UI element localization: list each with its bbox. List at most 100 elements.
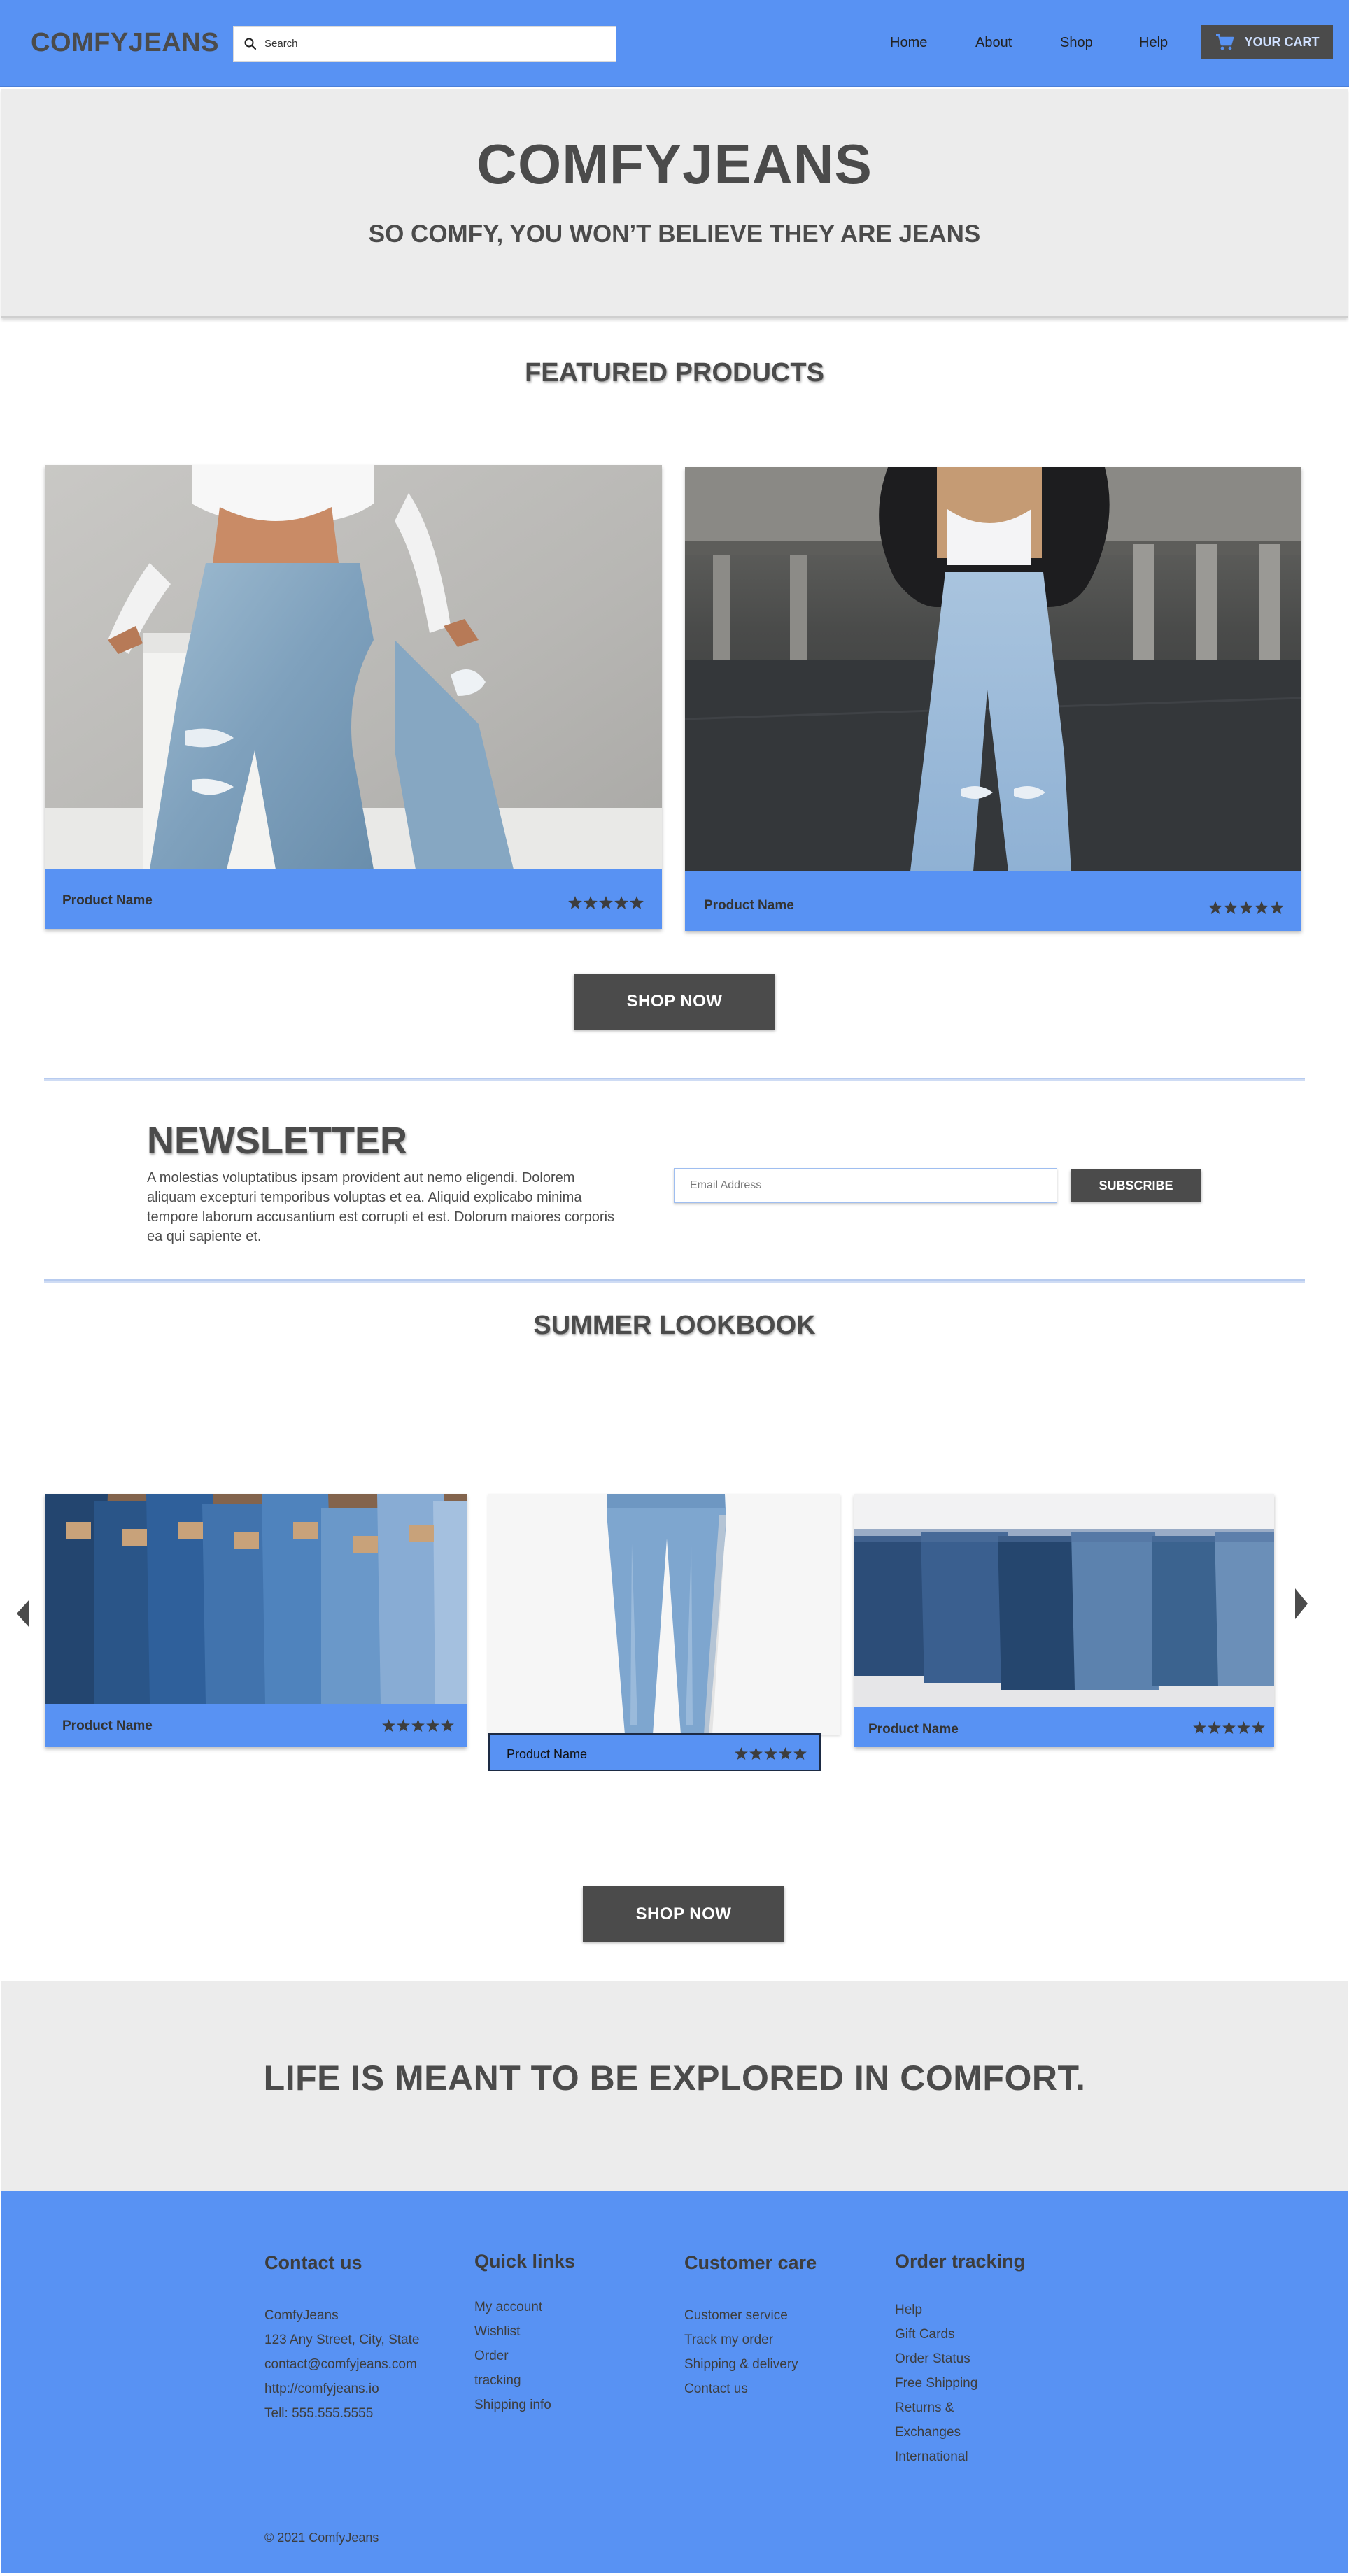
divider bbox=[44, 1279, 1305, 1283]
site-footer: Contact us ComfyJeans 123 Any Street, Ci… bbox=[1, 2191, 1348, 2573]
star-icon bbox=[568, 896, 582, 909]
star-icon bbox=[749, 1747, 763, 1760]
star-icon bbox=[1208, 901, 1222, 914]
footer-link[interactable]: Contact us bbox=[684, 2377, 817, 2401]
product-name: Product Name bbox=[704, 898, 794, 913]
footer-link[interactable]: Gift Cards bbox=[895, 2322, 1025, 2347]
footer-column-order-tracking: Order tracking Help Gift Cards Order Sta… bbox=[895, 2251, 1025, 2469]
star-icon bbox=[599, 896, 613, 909]
email-field[interactable] bbox=[674, 1168, 1057, 1203]
tagline: LIFE IS MEANT TO BE EXPLORED IN COMFORT. bbox=[263, 2058, 1086, 2098]
footer-link[interactable]: Customer service bbox=[684, 2303, 817, 2328]
product-rating bbox=[735, 1747, 807, 1760]
newsletter-text: A molestias voluptatibus ipsam provident… bbox=[147, 1170, 615, 1244]
star-icon bbox=[1224, 901, 1238, 914]
shop-now-button[interactable]: SHOP NOW bbox=[574, 974, 775, 1030]
footer-link[interactable]: Help bbox=[895, 2298, 1025, 2322]
product-info-bar: Product Name bbox=[45, 869, 662, 929]
footer-column-contact: Contact us ComfyJeans 123 Any Street, Ci… bbox=[264, 2252, 419, 2426]
product-name: Product Name bbox=[507, 1747, 588, 1761]
star-icon bbox=[764, 1747, 777, 1760]
arrow-left-icon[interactable] bbox=[17, 1600, 29, 1628]
product-image[interactable] bbox=[488, 1494, 840, 1735]
star-icon bbox=[1239, 901, 1253, 914]
footer-link[interactable]: Shipping info bbox=[474, 2393, 575, 2417]
footer-email[interactable]: contact@comfyjeans.com bbox=[264, 2352, 419, 2377]
star-icon bbox=[614, 896, 628, 909]
product-image[interactable] bbox=[45, 465, 662, 869]
product-image[interactable] bbox=[685, 467, 1301, 871]
site-header: COMFYJEANS Home About Shop Help YOUR CAR… bbox=[0, 0, 1349, 87]
product-info-bar: Product Name bbox=[685, 871, 1301, 931]
star-icon bbox=[1208, 1721, 1221, 1734]
copyright: © 2021 ComfyJeans bbox=[264, 2531, 379, 2545]
hero-banner: COMFYJEANS SO COMFY, YOU WON’T BELIEVE T… bbox=[1, 89, 1348, 318]
star-icon bbox=[735, 1747, 748, 1760]
footer-column-customer-care: Customer care Customer service Track my … bbox=[684, 2252, 817, 2401]
product-image[interactable] bbox=[45, 1494, 467, 1704]
star-icon bbox=[1252, 1721, 1265, 1734]
nav-shop[interactable]: Shop bbox=[1060, 35, 1093, 51]
cart-button[interactable]: YOUR CART bbox=[1201, 25, 1333, 59]
footer-heading: Order tracking bbox=[895, 2251, 1026, 2272]
lookbook-product-card[interactable]: Product Name bbox=[854, 1494, 1274, 1747]
nav-home[interactable]: Home bbox=[890, 35, 927, 51]
star-icon bbox=[779, 1747, 792, 1760]
footer-link[interactable]: Free Shipping bbox=[895, 2371, 1025, 2396]
cart-label: YOUR CART bbox=[1244, 35, 1320, 49]
product-name: Product Name bbox=[62, 893, 153, 908]
newsletter-title: NEWSLETTER bbox=[147, 1120, 407, 1162]
footer-link[interactable]: Order Status bbox=[895, 2347, 1025, 2371]
nav-about[interactable]: About bbox=[975, 35, 1012, 51]
footer-heading: Contact us bbox=[264, 2252, 362, 2273]
tagline-banner: LIFE IS MEANT TO BE EXPLORED IN COMFORT. bbox=[1, 1981, 1348, 2191]
star-icon bbox=[411, 1719, 425, 1732]
star-icon bbox=[426, 1719, 439, 1732]
footer-phone: Tell: 555.555.5555 bbox=[264, 2406, 374, 2421]
search-input[interactable] bbox=[264, 38, 600, 50]
search-bar[interactable] bbox=[233, 26, 616, 62]
product-rating bbox=[568, 896, 644, 909]
footer-link[interactable]: Shipping & delivery bbox=[684, 2352, 817, 2377]
product-rating bbox=[382, 1719, 454, 1732]
nav-help[interactable]: Help bbox=[1139, 35, 1168, 51]
featured-product-card[interactable]: Product Name bbox=[45, 465, 662, 929]
lookbook-product-card[interactable] bbox=[488, 1494, 840, 1735]
logo[interactable]: COMFYJEANS bbox=[31, 28, 219, 58]
hero-subtitle: SO COMFY, YOU WON’T BELIEVE THEY ARE JEA… bbox=[368, 220, 981, 248]
star-icon bbox=[382, 1719, 395, 1732]
product-name: Product Name bbox=[62, 1718, 153, 1733]
footer-link[interactable]: Returns & bbox=[895, 2396, 1025, 2420]
product-image[interactable] bbox=[854, 1494, 1274, 1707]
star-icon bbox=[793, 1747, 807, 1760]
arrow-right-icon[interactable] bbox=[1295, 1588, 1308, 1619]
footer-link[interactable]: Order bbox=[474, 2344, 575, 2368]
footer-link[interactable]: tracking bbox=[474, 2368, 575, 2393]
star-icon bbox=[1237, 1721, 1250, 1734]
star-icon bbox=[397, 1719, 410, 1732]
footer-link[interactable]: International bbox=[895, 2445, 1025, 2469]
product-info-bar: Product Name bbox=[45, 1704, 467, 1747]
lookbook-product-card[interactable]: Product Name bbox=[45, 1494, 467, 1747]
footer-item: ComfyJeans bbox=[264, 2308, 339, 2323]
product-rating bbox=[1208, 901, 1284, 914]
search-icon bbox=[244, 38, 257, 50]
subscribe-button[interactable]: SUBSCRIBE bbox=[1071, 1169, 1201, 1202]
footer-heading: Quick links bbox=[474, 2251, 576, 2272]
product-info-bar: Product Name bbox=[854, 1707, 1274, 1747]
footer-link[interactable]: Exchanges bbox=[895, 2420, 1025, 2445]
star-icon bbox=[1222, 1721, 1236, 1734]
shop-now-button[interactable]: SHOP NOW bbox=[583, 1886, 784, 1942]
footer-column-quick-links: Quick links My account Wishlist Order tr… bbox=[474, 2251, 575, 2417]
footer-website[interactable]: http://comfyjeans.io bbox=[264, 2377, 419, 2401]
star-icon bbox=[1270, 901, 1284, 914]
star-icon bbox=[584, 896, 598, 909]
footer-link[interactable]: My account bbox=[474, 2295, 575, 2319]
featured-product-card[interactable]: Product Name bbox=[685, 467, 1301, 931]
star-icon bbox=[1255, 901, 1269, 914]
footer-link[interactable]: Track my order bbox=[684, 2328, 817, 2352]
footer-link[interactable]: Wishlist bbox=[474, 2319, 575, 2344]
star-icon bbox=[630, 896, 644, 909]
product-name: Product Name bbox=[868, 1722, 959, 1737]
star-icon bbox=[441, 1719, 454, 1732]
